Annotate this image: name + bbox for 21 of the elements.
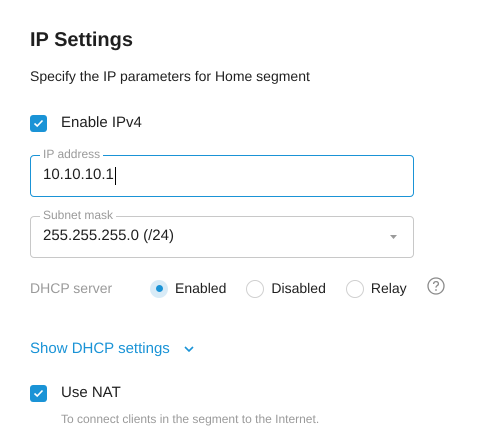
field-value: 10.10.10.1 (43, 165, 117, 186)
help-icon[interactable] (426, 276, 445, 294)
checkmark-icon (33, 118, 44, 128)
checkbox[interactable] (30, 114, 47, 132)
radio-button[interactable] (150, 280, 168, 298)
page-subtitle: Specify the IP parameters for Home segment (30, 67, 311, 86)
chevron-icon (184, 346, 194, 352)
field-value: 255.255.255.0 (/24) (43, 226, 175, 246)
hint-text: To connect clients in the segment to the Internet. (61, 410, 320, 428)
radio-button[interactable] (246, 280, 264, 298)
checkmark-icon (33, 388, 44, 398)
checkbox[interactable] (30, 384, 47, 402)
page-title: IP Settings (30, 28, 134, 53)
dhcp-server-label: DHCP server (30, 279, 114, 298)
checkbox-label: Use NAT (61, 383, 121, 403)
checkbox-label: Enable IPv4 (61, 113, 142, 133)
dropdown-caret-icon (390, 234, 397, 238)
radio-button[interactable] (346, 280, 364, 298)
radio-label: Relay (370, 279, 407, 298)
radio-label: Disabled (271, 279, 326, 298)
radio-label: Enabled (175, 279, 226, 298)
